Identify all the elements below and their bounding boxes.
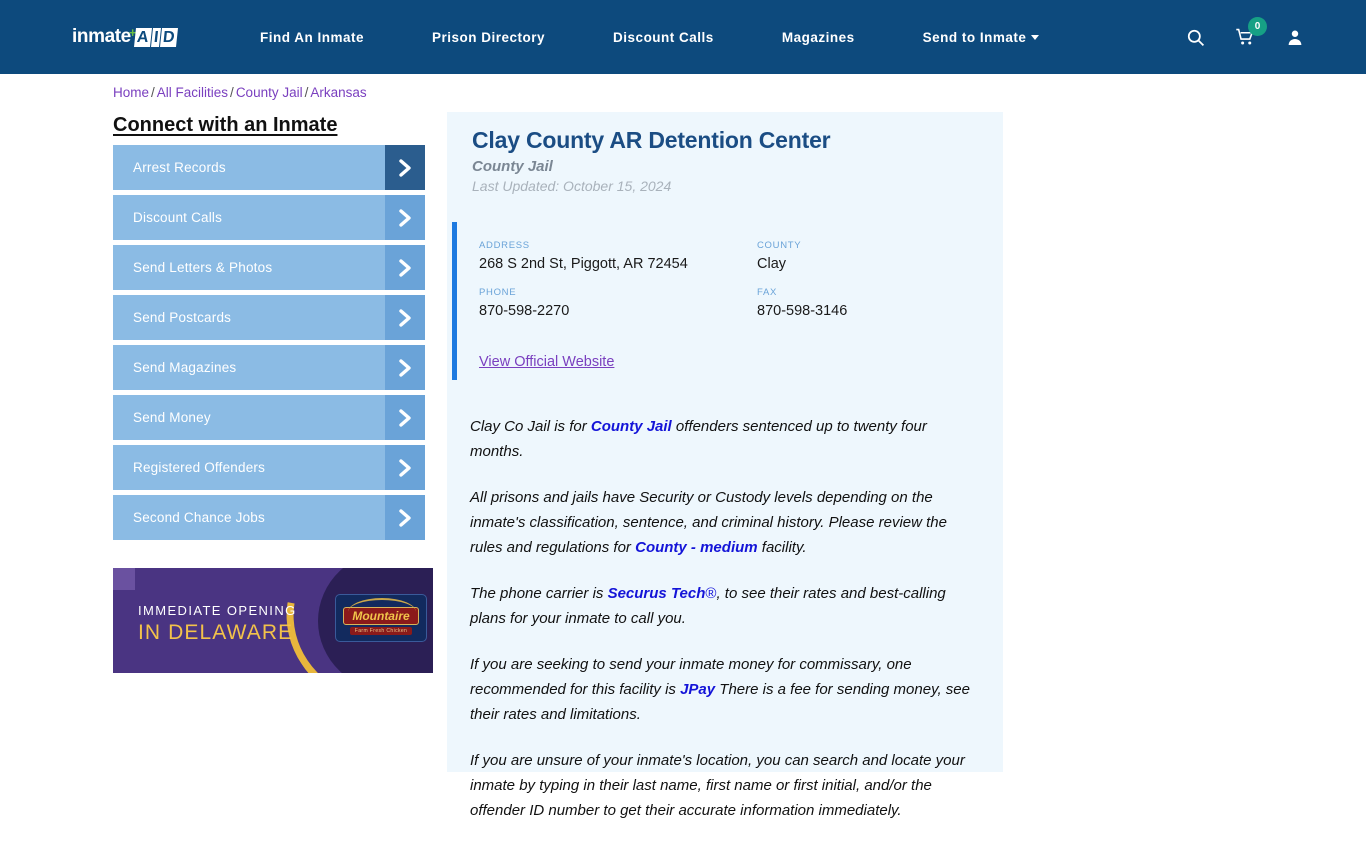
- sidebar-heading: Connect with an Inmate: [113, 114, 338, 136]
- sidebar-item-send-postcards[interactable]: Send Postcards: [113, 295, 425, 340]
- breadcrumb-item-county-jail[interactable]: County Jail: [236, 85, 303, 100]
- ad-headline-1: IMMEDIATE OPENING: [138, 603, 297, 618]
- sidebar-item-label: Send Letters & Photos: [133, 260, 273, 275]
- breadcrumb-separator: /: [304, 85, 309, 100]
- info-row: ADDRESS 268 S 2nd St, Piggott, AR 72454 …: [479, 240, 979, 273]
- p2-highlight-custody-level: County - medium: [635, 539, 758, 556]
- sidebar-item-arrest-records[interactable]: Arrest Records: [113, 145, 425, 190]
- paragraph-1: Clay Co Jail is for County Jail offender…: [470, 414, 982, 464]
- chevron-right-icon: [385, 145, 425, 190]
- facility-type: County Jail: [472, 158, 553, 175]
- facility-info-box: ADDRESS 268 S 2nd St, Piggott, AR 72454 …: [452, 222, 1003, 390]
- paragraph-5: If you are unsure of your inmate's locat…: [470, 748, 982, 823]
- sidebar-item-discount-calls[interactable]: Discount Calls: [113, 195, 425, 240]
- ad-banner[interactable]: IMMEDIATE OPENING IN DELAWARE Mountaire …: [113, 568, 433, 673]
- facility-description: Clay Co Jail is for County Jail offender…: [470, 414, 982, 844]
- sidebar-item-send-letters-photos[interactable]: Send Letters & Photos: [113, 245, 425, 290]
- info-value-fax: 870-598-3146: [757, 303, 848, 319]
- p3-highlight-securus: Securus Tech: [607, 585, 706, 602]
- sidebar-item-registered-offenders[interactable]: Registered Offenders: [113, 445, 425, 490]
- view-official-website-link[interactable]: View Official Website: [479, 354, 614, 370]
- ad-headline-2: IN DELAWARE: [138, 621, 294, 644]
- chevron-right-icon: [385, 395, 425, 440]
- sidebar-item-label: Registered Offenders: [133, 460, 266, 475]
- user-icon[interactable]: [1284, 25, 1306, 49]
- info-value-address: 268 S 2nd St, Piggott, AR 72454: [479, 256, 688, 272]
- p1-highlight-county-jail: County Jail: [590, 418, 672, 435]
- sidebar-menu: Arrest Records Discount Calls Send Lette…: [113, 145, 433, 545]
- sidebar-item-second-chance-jobs[interactable]: Second Chance Jobs: [113, 495, 425, 540]
- info-label-address: ADDRESS: [479, 240, 530, 251]
- ad-logo-arc: [348, 598, 416, 612]
- header-icon-group: 0: [1184, 0, 1306, 74]
- chevron-right-icon: [385, 195, 425, 240]
- logo-wordmark: inmate: [72, 26, 131, 47]
- ad-logo-tagline: Farm Fresh Chicken: [349, 627, 413, 635]
- breadcrumb-item-all-facilities[interactable]: All Facilities: [157, 85, 228, 100]
- info-value-county: Clay: [757, 256, 787, 272]
- info-label-phone: PHONE: [479, 287, 517, 298]
- sidebar-item-label: Send Magazines: [133, 360, 237, 375]
- breadcrumb-separator: /: [151, 85, 155, 100]
- p4-highlight-jpay: JPay: [680, 681, 716, 698]
- search-icon[interactable]: [1184, 25, 1206, 49]
- sidebar-item-label: Discount Calls: [133, 210, 223, 225]
- breadcrumb-item-home[interactable]: Home: [113, 85, 149, 100]
- chevron-right-icon: [385, 295, 425, 340]
- paragraph-4: If you are seeking to send your inmate m…: [470, 652, 982, 727]
- chevron-right-icon: [385, 445, 425, 490]
- sidebar-item-label: Arrest Records: [133, 160, 226, 175]
- main-nav: Find An Inmate Prison Directory Discount…: [260, 0, 1040, 74]
- logo-letter-d: D: [160, 27, 179, 47]
- cart-count-badge: 0: [1248, 17, 1267, 36]
- site-logo[interactable]: inmate + A I D: [72, 25, 179, 49]
- nav-item-send-to-inmate[interactable]: Send to Inmate: [923, 30, 1040, 45]
- info-value-phone: 870-598-2270: [479, 303, 570, 319]
- breadcrumb: Home / All Facilities / County Jail / Arkansas: [113, 85, 367, 100]
- p5-text: If you are unsure of your inmate's locat…: [470, 752, 965, 819]
- nav-item-prison-directory[interactable]: Prison Directory: [432, 30, 545, 45]
- last-updated: Last Updated: October 15, 2024: [472, 178, 672, 194]
- ad-corner-accent: [113, 568, 135, 590]
- p2-text-c: facility.: [757, 539, 807, 556]
- sidebar-item-label: Second Chance Jobs: [133, 510, 265, 525]
- info-row: PHONE 870-598-2270 FAX 870-598-3146: [479, 287, 979, 320]
- mountaire-logo: Mountaire Farm Fresh Chicken: [335, 594, 427, 642]
- nav-item-discount-calls[interactable]: Discount Calls: [613, 30, 714, 45]
- paragraph-3: The phone carrier is Securus Tech®, to s…: [470, 581, 982, 631]
- nav-item-find-an-inmate[interactable]: Find An Inmate: [260, 30, 364, 45]
- info-grid: ADDRESS 268 S 2nd St, Piggott, AR 72454 …: [479, 240, 979, 334]
- breadcrumb-item-arkansas[interactable]: Arkansas: [310, 85, 366, 100]
- info-label-county: COUNTY: [757, 240, 802, 251]
- info-field-address: ADDRESS 268 S 2nd St, Piggott, AR 72454: [479, 240, 757, 273]
- sidebar-item-label: Send Money: [133, 410, 211, 425]
- p3-text-a: The phone carrier is: [470, 585, 608, 602]
- sidebar-item-send-magazines[interactable]: Send Magazines: [113, 345, 425, 390]
- info-label-fax: FAX: [757, 287, 778, 298]
- chevron-right-icon: [385, 345, 425, 390]
- site-header: inmate + A I D Find An Inmate Prison Dir…: [0, 0, 1366, 74]
- sidebar-item-label: Send Postcards: [133, 310, 232, 325]
- sidebar-item-send-money[interactable]: Send Money: [113, 395, 425, 440]
- facility-card: Clay County AR Detention Center County J…: [447, 112, 1003, 819]
- chevron-right-icon: [385, 245, 425, 290]
- logo-aid-mark: A I D: [134, 27, 179, 47]
- nav-item-magazines[interactable]: Magazines: [782, 30, 855, 45]
- logo-letter-a: A: [134, 27, 152, 47]
- p1-text-a: Clay Co Jail is for: [470, 418, 591, 435]
- cart-icon[interactable]: 0: [1234, 17, 1267, 49]
- paragraph-2: All prisons and jails have Security or C…: [470, 485, 982, 560]
- registered-trademark-icon: ®: [705, 585, 717, 602]
- info-accent-bar: [452, 222, 457, 380]
- info-field-fax: FAX 870-598-3146: [757, 287, 977, 320]
- chevron-down-icon: [1031, 34, 1040, 40]
- page-title: Clay County AR Detention Center: [472, 127, 831, 153]
- chevron-right-icon: [385, 495, 425, 540]
- breadcrumb-separator: /: [230, 85, 234, 100]
- nav-item-send-to-inmate-label: Send to Inmate: [922, 29, 1027, 45]
- info-field-phone: PHONE 870-598-2270: [479, 287, 757, 320]
- info-field-county: COUNTY Clay: [757, 240, 977, 273]
